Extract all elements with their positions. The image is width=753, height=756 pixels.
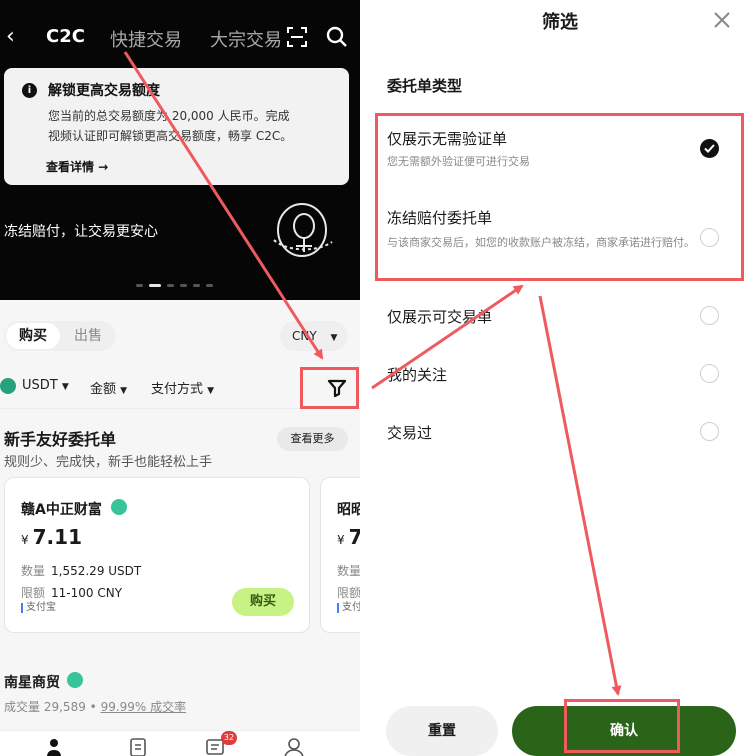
quantity-row: 数量 1,552.29 USDT xyxy=(21,562,141,579)
option-following[interactable]: 我的关注 xyxy=(387,364,737,385)
verified-icon xyxy=(67,672,83,688)
hero-banner: ‹ C2C 快捷交易 大宗交易 i 解锁更高交易额度 您当前的总交易额度为 20… xyxy=(0,0,360,300)
top-nav-bar: ‹ C2C 快捷交易 大宗交易 xyxy=(0,22,360,56)
highlight-confirm-button xyxy=(564,699,680,753)
tab-sell[interactable]: 出售 xyxy=(74,323,102,349)
profile-icon[interactable] xyxy=(284,737,304,756)
bottom-nav-bar: 32 xyxy=(0,730,360,756)
coin-filter-label: USDT xyxy=(22,378,58,393)
completion-rate: 99.99% 成交率 xyxy=(100,700,187,714)
carousel-dot xyxy=(206,284,213,287)
currency-symbol: ¥ xyxy=(337,533,345,547)
notice-desc-line: 视频认证即可解锁更高交易额度，畅享 C2C。 xyxy=(48,129,293,143)
section-title: 新手友好委托单 xyxy=(4,430,117,449)
option-tradeable-only[interactable]: 仅展示可交易单 xyxy=(387,306,737,327)
merchant-name: 赣A中正财富 xyxy=(21,502,102,518)
volume-label: 成交量 xyxy=(4,700,41,714)
payment-method: 支付 xyxy=(337,603,360,613)
usdt-icon xyxy=(0,378,16,394)
quantity-label: 数量 xyxy=(21,564,46,578)
carousel-dot xyxy=(136,284,143,287)
unread-badge: 32 xyxy=(221,731,237,745)
section-subtitle: 规则少、完成快，新手也能轻松上手 xyxy=(4,455,213,470)
radio-unchecked[interactable] xyxy=(700,306,719,325)
volume-value: 29,589 xyxy=(43,700,86,714)
payment-filter[interactable]: 支付方式 ▼ xyxy=(151,378,214,397)
quantity-value: 1,552.29 USDT xyxy=(51,564,142,578)
tab-buy[interactable]: 购买 xyxy=(6,323,60,349)
panel-title: 筛选 xyxy=(542,12,578,33)
tab-c2c[interactable]: C2C xyxy=(46,26,85,47)
banner-slogan: 冻结赔付，让交易更安心 xyxy=(4,224,158,240)
see-more-button[interactable]: 查看更多 xyxy=(277,427,348,451)
caret-down-icon: ▼ xyxy=(330,333,338,343)
dot-separator: • xyxy=(89,700,101,714)
radio-unchecked[interactable] xyxy=(700,364,719,383)
currency-symbol: ¥ xyxy=(21,533,29,547)
close-icon[interactable] xyxy=(712,10,732,30)
order-type-heading: 委托单类型 xyxy=(387,77,463,95)
payment-filter-label: 支付方式 xyxy=(151,382,204,397)
notice-title: 解锁更高交易额度 xyxy=(48,83,160,99)
quantity-label: 数量 xyxy=(337,564,360,578)
limit-row: 限额 11-100 CNY xyxy=(21,584,122,601)
carousel-dot-active xyxy=(149,284,161,287)
amount-filter-label: 金额 xyxy=(90,382,117,397)
notice-description: 您当前的总交易额度为 20,000 人民币。完成 视频认证即可解锁更高交易额度，… xyxy=(48,106,338,146)
option-traded-before[interactable]: 交易过 xyxy=(387,422,737,443)
highlight-order-type-options xyxy=(375,113,744,281)
orders-icon[interactable] xyxy=(128,737,148,756)
search-icon[interactable] xyxy=(325,25,349,49)
currency-selector[interactable]: CNY ▼ xyxy=(280,321,348,351)
notice-desc-line: 您当前的总交易额度为 20,000 人民币。完成 xyxy=(48,109,290,123)
amount-filter[interactable]: 金额 ▼ xyxy=(90,378,127,397)
highlight-filter-button xyxy=(300,367,359,409)
price-value: 7 xyxy=(348,525,360,549)
merchant-stats: 成交量 29,589 • 99.99% 成交率 xyxy=(4,698,186,715)
option-label: 仅展示可交易单 xyxy=(387,308,493,326)
carousel-dot xyxy=(180,284,187,287)
info-icon: i xyxy=(22,83,37,98)
limit-label: 限额 xyxy=(337,586,360,600)
shield-illustration-icon xyxy=(273,203,333,257)
filter-row: USDT ▼ 金额 ▼ 支付方式 ▼ xyxy=(0,375,300,399)
order-card[interactable]: 赣A中正财富 ¥7.11 数量 1,552.29 USDT 限额 11-100 CN… xyxy=(4,477,310,633)
price-value: 7.11 xyxy=(32,525,82,549)
payment-method: 支付宝 xyxy=(21,603,56,613)
coin-filter[interactable]: USDT ▼ xyxy=(22,378,69,393)
buy-sell-toggle: 购买 出售 xyxy=(4,321,116,351)
scan-icon[interactable] xyxy=(286,26,308,48)
option-label: 交易过 xyxy=(387,424,433,442)
price: ¥7.11 xyxy=(21,525,82,549)
limit-notice-card: i 解锁更高交易额度 您当前的总交易额度为 20,000 人民币。完成 视频认证… xyxy=(4,68,349,185)
option-label: 我的关注 xyxy=(387,366,448,384)
limit-value: 11-100 CNY xyxy=(51,586,123,600)
carousel-dot xyxy=(167,284,174,287)
tab-block-trade[interactable]: 大宗交易 xyxy=(210,26,282,52)
carousel-indicator xyxy=(136,284,213,287)
verified-icon xyxy=(111,499,127,515)
buy-button[interactable]: 购买 xyxy=(232,588,294,616)
merchant-name[interactable]: 南星商贸 xyxy=(4,672,60,692)
merchant-name: 昭昭 xyxy=(337,502,360,518)
currency-value: CNY xyxy=(292,329,317,343)
price: ¥7 xyxy=(337,525,360,549)
limit-row: 限额 xyxy=(337,584,360,601)
limit-label: 限额 xyxy=(21,586,46,600)
radio-unchecked[interactable] xyxy=(700,422,719,441)
reset-button[interactable]: 重置 xyxy=(386,706,498,756)
view-details-link[interactable]: 查看详情 → xyxy=(46,158,108,175)
order-card[interactable]: 昭昭 ¥7 数量 限额 支付 xyxy=(320,477,360,633)
carousel-dot xyxy=(193,284,200,287)
chevron-left-icon[interactable]: ‹ xyxy=(6,24,15,49)
quantity-row: 数量 xyxy=(337,562,360,579)
tab-quick-trade[interactable]: 快捷交易 xyxy=(110,26,182,52)
users-icon[interactable] xyxy=(46,737,66,756)
